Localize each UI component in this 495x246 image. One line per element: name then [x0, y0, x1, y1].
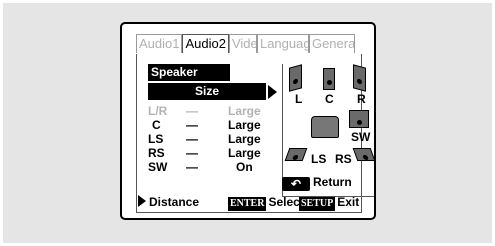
tab-audio1[interactable]: Audio1	[136, 34, 183, 53]
setup-exit-hint: SETUP Exit	[299, 194, 359, 211]
enter-select-hint: ENTER Select	[228, 194, 304, 211]
channel-label: C	[152, 118, 161, 132]
triangle-right-icon	[138, 195, 146, 207]
size-value: Large	[228, 104, 261, 118]
speaker-center-icon	[323, 68, 335, 90]
setup-key-badge: SETUP	[299, 197, 336, 211]
speaker-row-c[interactable]: C — Large	[148, 118, 272, 132]
separator-dash: —	[186, 104, 198, 118]
submenu-arrow-icon	[268, 85, 277, 99]
speaker-right-surround-icon	[352, 148, 374, 161]
panel-header: Speaker Setting	[148, 64, 230, 96]
distance-menu-item[interactable]: Distance	[138, 194, 199, 210]
tab-audio2[interactable]: Audio2	[182, 34, 229, 53]
speaker-row-sw[interactable]: SW — On	[148, 160, 272, 174]
speaker-label-r: R	[357, 92, 366, 106]
channel-label: L/R	[148, 104, 168, 118]
size-menu-item[interactable]: Size	[148, 83, 266, 100]
enter-key-badge: ENTER	[228, 197, 267, 211]
speaker-label-sw: SW	[351, 130, 371, 144]
size-value: Large	[228, 146, 261, 160]
speaker-row-rs[interactable]: RS — Large	[148, 146, 272, 160]
tab-language[interactable]: Language	[256, 34, 309, 53]
size-value: Large	[228, 132, 261, 146]
speaker-left-surround-icon	[284, 148, 308, 161]
channel-label: SW	[148, 160, 168, 174]
tab-bar: Audio1 Audio2 Video Language General	[136, 34, 355, 54]
tab-video[interactable]: Video	[228, 34, 257, 53]
channel-label: LS	[148, 132, 164, 146]
return-button[interactable]: ↶ Return	[282, 174, 352, 191]
speaker-label-rs: RS	[335, 152, 352, 166]
speaker-label-l: L	[295, 92, 303, 106]
return-label: Return	[313, 175, 352, 189]
speaker-right-icon	[353, 64, 366, 92]
separator-dash: —	[186, 146, 198, 160]
channel-label: RS	[148, 146, 165, 160]
speaker-label-ls: LS	[311, 152, 327, 166]
tab-general[interactable]: General	[308, 34, 355, 53]
distance-label: Distance	[149, 195, 200, 209]
exit-label: Exit	[337, 195, 360, 209]
speaker-row-ls[interactable]: LS — Large	[148, 132, 272, 146]
speaker-row-lr[interactable]: L/R — Large	[148, 104, 272, 118]
separator-dash: —	[186, 160, 198, 174]
size-value: On	[236, 160, 253, 174]
return-icon: ↶	[282, 177, 310, 191]
speaker-left-icon	[289, 64, 302, 92]
size-value: Large	[228, 118, 261, 132]
separator-dash: —	[186, 118, 198, 132]
speaker-label-c: C	[325, 92, 334, 106]
subwoofer-icon	[349, 110, 369, 128]
separator-dash: —	[186, 132, 198, 146]
listener-seat-icon	[311, 116, 339, 138]
osd-screen: Audio1 Audio2 Video Language General Spe…	[120, 22, 376, 220]
